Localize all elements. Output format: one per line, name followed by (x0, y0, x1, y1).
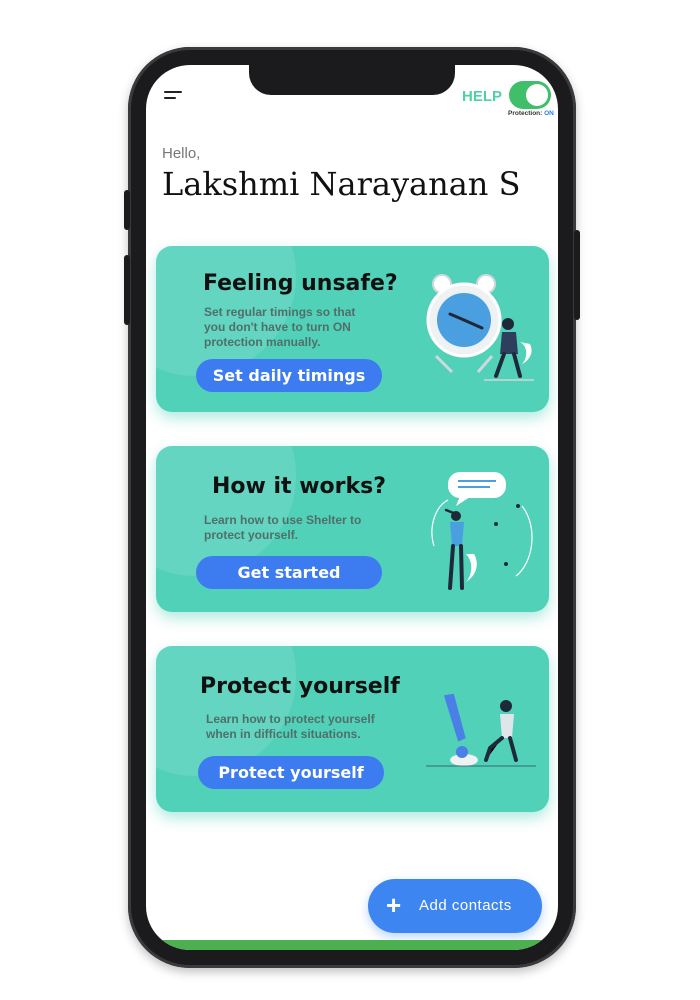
help-label: HELP (462, 88, 503, 105)
protection-toggle[interactable] (509, 81, 551, 109)
card-description: Learn how to use Shelter to protect your… (204, 513, 362, 542)
greeting-hello: Hello, (162, 145, 201, 162)
set-daily-timings-button[interactable]: Set daily timings (196, 359, 382, 392)
card-title: How it works? (212, 474, 387, 499)
protection-status-text: Protection: ON (508, 110, 554, 117)
app-screen: HELP Protection: ON Hello, Lakshmi Naray… (146, 65, 558, 950)
card-description: Learn how to protect yourself when in di… (206, 712, 375, 741)
exclamation-person-illustration (426, 693, 536, 767)
person-message-illustration (431, 472, 533, 590)
card-how-it-works: How it works? Learn how to use Shelter t… (156, 446, 549, 612)
protection-status: ON (544, 110, 554, 117)
card-title: Protect yourself (200, 674, 400, 699)
phone-notch (249, 65, 455, 95)
card-description: Set regular timings so that you don't ha… (204, 305, 356, 349)
user-name: Lakshmi Narayanan S (162, 165, 521, 203)
plus-icon: + (386, 890, 402, 920)
toggle-knob (526, 84, 548, 106)
add-contacts-label: Add contacts (419, 897, 512, 914)
card-protect-yourself: Protect yourself Learn how to protect yo… (156, 646, 549, 812)
protect-yourself-button[interactable]: Protect yourself (198, 756, 384, 789)
phone-power-button (574, 230, 580, 320)
card-title: Feeling unsafe? (203, 271, 398, 296)
add-contacts-button[interactable]: + Add contacts (368, 879, 542, 933)
phone-volume-button (124, 255, 130, 325)
protection-prefix: Protection: (508, 110, 543, 117)
bottom-bar (146, 940, 558, 950)
clock-person-illustration (426, 274, 534, 381)
get-started-button[interactable]: Get started (196, 556, 382, 589)
card-feeling-unsafe: Feeling unsafe? Set regular timings so t… (156, 246, 549, 412)
menu-icon[interactable] (164, 89, 186, 103)
phone-side-button (124, 190, 130, 230)
